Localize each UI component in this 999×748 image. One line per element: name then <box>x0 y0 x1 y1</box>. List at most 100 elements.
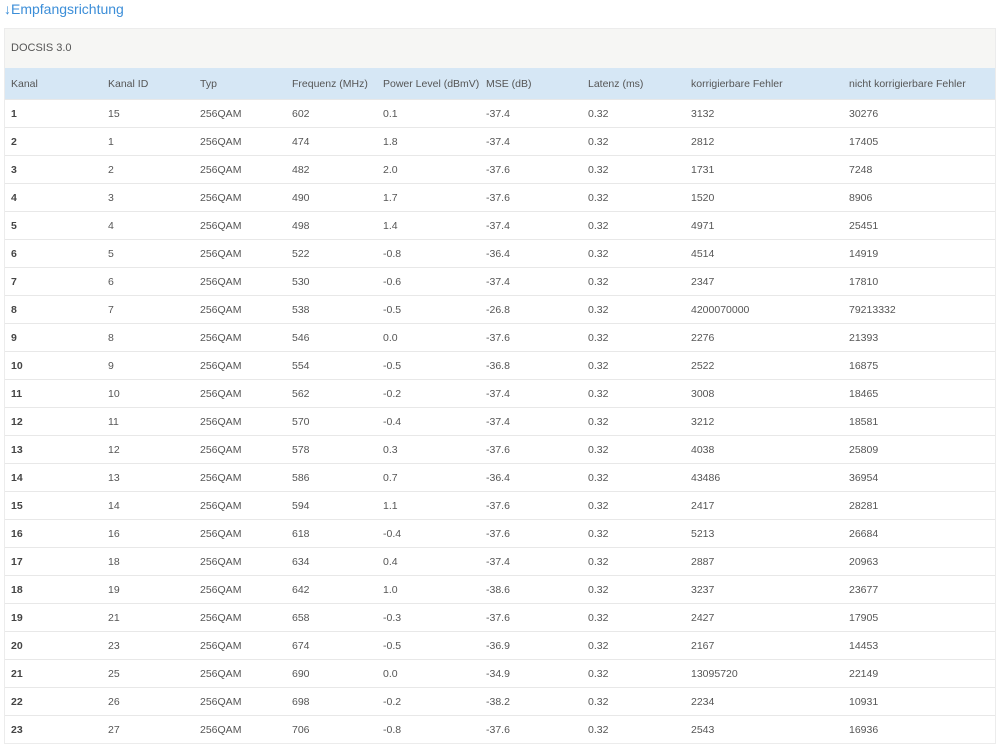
table-cell: -37.6 <box>480 715 582 743</box>
table-cell: 586 <box>286 463 377 492</box>
table-row: 17 18 256QAM 634 0.4 -37.4 0.32 2887 20963 <box>5 547 995 576</box>
column-header: Kanal <box>5 68 102 100</box>
table-cell: 256QAM <box>194 295 286 324</box>
table-cell: 0.1 <box>377 99 480 128</box>
table-cell: 10931 <box>843 687 995 716</box>
table-cell: 2.0 <box>377 155 480 184</box>
table-cell: -37.4 <box>480 99 582 128</box>
table-cell: -0.4 <box>377 407 480 436</box>
table-cell: 0.4 <box>377 547 480 576</box>
table-cell: 14453 <box>843 631 995 660</box>
table-cell: -0.6 <box>377 267 480 296</box>
table-cell: 2812 <box>685 127 843 156</box>
table-cell: 43486 <box>685 463 843 492</box>
table-cell: 10 <box>5 351 102 380</box>
table-cell: 22149 <box>843 659 995 688</box>
table-cell: -0.2 <box>377 687 480 716</box>
table-cell: 256QAM <box>194 127 286 156</box>
docsis-panel: DOCSIS 3.0 Kanal Kanal ID Typ Frequenz (MHz… <box>4 28 996 744</box>
table-cell: -37.4 <box>480 547 582 576</box>
table-cell: -0.5 <box>377 631 480 660</box>
table-cell: 25809 <box>843 435 995 464</box>
table-cell: 482 <box>286 155 377 184</box>
table-cell: 23 <box>102 631 194 660</box>
table-cell: -34.9 <box>480 659 582 688</box>
section-toggle-empfangsrichtung[interactable]: ↓Empfangsrichtung <box>4 0 124 20</box>
table-row: 15 14 256QAM 594 1.1 -37.6 0.32 2417 28281 <box>5 491 995 520</box>
table-cell: 4971 <box>685 211 843 240</box>
table-cell: 0.32 <box>582 519 685 548</box>
table-cell: -37.6 <box>480 519 582 548</box>
table-cell: -36.8 <box>480 351 582 380</box>
table-cell: 546 <box>286 323 377 352</box>
table-cell: 2543 <box>685 715 843 743</box>
table-row: 8 7 256QAM 538 -0.5 -26.8 0.32 4200070000 792133… <box>5 295 995 324</box>
table-cell: -36.4 <box>480 239 582 268</box>
table-cell: 0.32 <box>582 491 685 520</box>
table-cell: 21393 <box>843 323 995 352</box>
table-cell: 256QAM <box>194 491 286 520</box>
table-cell: 11 <box>5 379 102 408</box>
column-header: nicht korrigierbare Fehler <box>843 68 995 100</box>
table-cell: 1.4 <box>377 211 480 240</box>
table-row: 20 23 256QAM 674 -0.5 -36.9 0.32 2167 14453 <box>5 631 995 660</box>
table-cell: 4200070000 <box>685 295 843 324</box>
section-title: Empfangsrichtung <box>11 1 124 17</box>
table-cell: 570 <box>286 407 377 436</box>
table-cell: 4 <box>5 183 102 212</box>
table-cell: 256QAM <box>194 267 286 296</box>
table-cell: -38.6 <box>480 575 582 604</box>
table-cell: 21 <box>102 603 194 632</box>
table-cell: -37.4 <box>480 267 582 296</box>
table-cell: 21 <box>5 659 102 688</box>
table-cell: 256QAM <box>194 547 286 576</box>
table-cell: 1 <box>102 127 194 156</box>
table-cell: 11 <box>102 407 194 436</box>
table-cell: 0.32 <box>582 631 685 660</box>
table-cell: -0.3 <box>377 603 480 632</box>
table-cell: 256QAM <box>194 687 286 716</box>
table-cell: 562 <box>286 379 377 408</box>
table-cell: 2167 <box>685 631 843 660</box>
table-cell: 594 <box>286 491 377 520</box>
table-cell: 0.32 <box>582 575 685 604</box>
table-cell: 8 <box>5 295 102 324</box>
table-cell: -37.4 <box>480 127 582 156</box>
table-cell: 2276 <box>685 323 843 352</box>
table-header-row: Kanal Kanal ID Typ Frequenz (MHz) Power Leve… <box>5 68 995 100</box>
table-cell: 18465 <box>843 379 995 408</box>
table-cell: 6 <box>102 267 194 296</box>
table-cell: 1 <box>5 99 102 128</box>
column-header: Typ <box>194 68 286 100</box>
table-cell: 0.32 <box>582 659 685 688</box>
table-cell: 522 <box>286 239 377 268</box>
table-cell: 3212 <box>685 407 843 436</box>
table-cell: 3132 <box>685 99 843 128</box>
table-cell: 2347 <box>685 267 843 296</box>
table-cell: 256QAM <box>194 239 286 268</box>
table-cell: 4514 <box>685 239 843 268</box>
table-cell: 5 <box>102 239 194 268</box>
table-cell: 256QAM <box>194 211 286 240</box>
table-cell: 0.32 <box>582 407 685 436</box>
table-row: 22 26 256QAM 698 -0.2 -38.2 0.32 2234 10931 <box>5 687 995 716</box>
table-cell: 642 <box>286 575 377 604</box>
table-row: 12 11 256QAM 570 -0.4 -37.4 0.32 3212 18581 <box>5 407 995 436</box>
table-cell: -0.5 <box>377 295 480 324</box>
table-cell: 4038 <box>685 435 843 464</box>
table-cell: 0.32 <box>582 295 685 324</box>
table-cell: 2234 <box>685 687 843 716</box>
table-cell: 3 <box>5 155 102 184</box>
table-cell: 474 <box>286 127 377 156</box>
arrow-down-icon: ↓ <box>4 1 11 17</box>
table-cell: -36.9 <box>480 631 582 660</box>
table-cell: 490 <box>286 183 377 212</box>
table-cell: 25451 <box>843 211 995 240</box>
table-cell: -37.6 <box>480 435 582 464</box>
table-cell: 256QAM <box>194 379 286 408</box>
table-cell: 698 <box>286 687 377 716</box>
table-cell: 554 <box>286 351 377 380</box>
table-cell: 0.32 <box>582 211 685 240</box>
table-cell: 5 <box>5 211 102 240</box>
table-row: 1 15 256QAM 602 0.1 -37.4 0.32 3132 30276 <box>5 99 995 128</box>
